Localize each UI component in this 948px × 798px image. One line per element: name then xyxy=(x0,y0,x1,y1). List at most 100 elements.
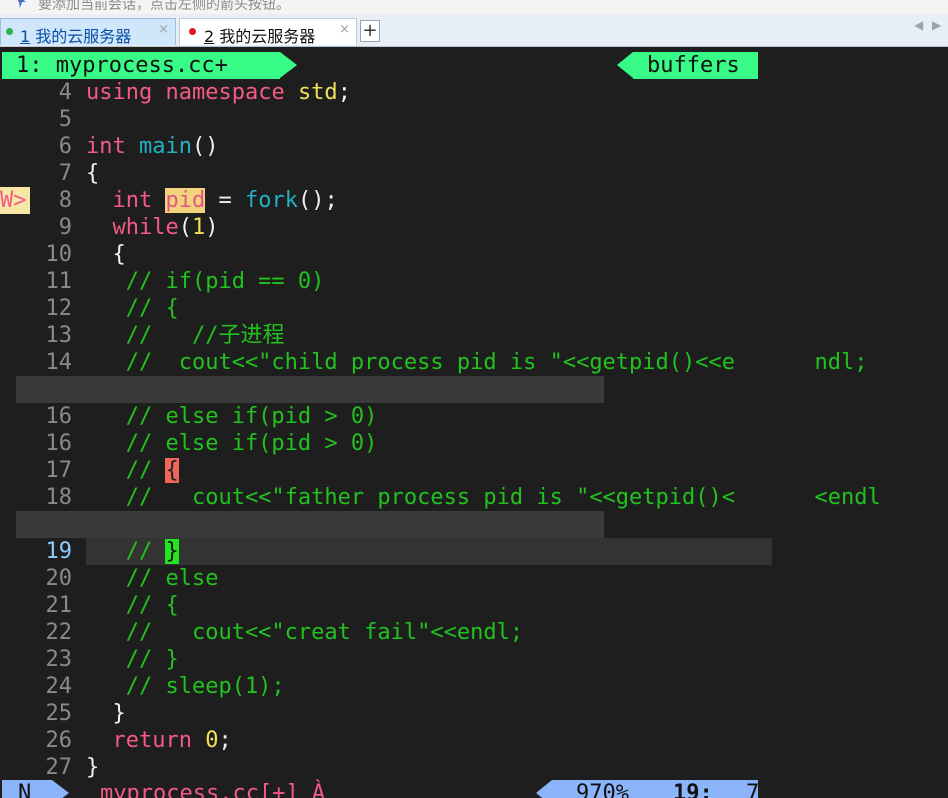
line-number: 23 xyxy=(45,647,73,672)
code-line: // cout<<"creat fail"<<endl; xyxy=(86,619,523,646)
line-number: 5 xyxy=(58,107,72,132)
tab-label: 2 我的云服务器 xyxy=(204,27,316,46)
line-number: 12 xyxy=(45,296,73,321)
line-number: 17 xyxy=(45,458,73,483)
line-number: 16 xyxy=(45,404,73,429)
code-line: } xyxy=(86,754,99,781)
code-line: // sleep(1); xyxy=(86,673,285,700)
code-token: // //子进程 xyxy=(86,323,285,348)
wrapped-line-block xyxy=(16,511,604,538)
code-token: // if(pid == 0) xyxy=(86,269,325,294)
code-token: // cout<<"child process pid is "<<getpid… xyxy=(86,350,868,375)
code-token: // { xyxy=(86,296,179,321)
scroll-left-icon[interactable]: ◀ xyxy=(914,18,923,32)
code-line: // if(pid == 0) xyxy=(86,268,325,295)
line-number: 4 xyxy=(58,80,72,105)
code-token: (); xyxy=(297,188,338,213)
scroll-right-icon[interactable]: ▶ xyxy=(932,18,941,32)
code-token: ; xyxy=(218,728,232,753)
code-token: // xyxy=(86,458,166,483)
code-token: // else if(pid > 0) xyxy=(86,404,378,429)
line-number: 25 xyxy=(45,701,73,726)
code-token: { xyxy=(165,458,179,483)
code-token: // else if(pid > 0) xyxy=(86,431,378,456)
code-token: // xyxy=(86,539,166,564)
line-number: 21 xyxy=(45,593,73,618)
tabline-arrow-icon xyxy=(617,52,633,78)
code-token: () xyxy=(191,134,219,159)
code-token: fork xyxy=(244,188,298,213)
code-token: pid xyxy=(165,188,206,213)
code-token: } xyxy=(165,539,179,564)
status-filename: myprocess.cc[+] À xyxy=(100,781,326,798)
code-token: ) xyxy=(205,215,219,240)
close-icon[interactable]: × xyxy=(158,22,169,37)
line-number: 27 xyxy=(45,755,73,780)
line-number: 16 xyxy=(45,431,73,456)
line-number: 24 xyxy=(45,674,73,699)
code-line: // else if(pid > 0) xyxy=(86,403,378,430)
code-token: // { xyxy=(86,593,179,618)
line-number: 7 xyxy=(58,161,72,186)
code-line: while(1) xyxy=(86,214,219,241)
cursor-line xyxy=(86,538,772,565)
code-token: // cout<<"creat fail"<<endl; xyxy=(86,620,524,645)
code-token: 0 xyxy=(205,728,219,753)
code-token: using xyxy=(86,80,166,105)
session-tab-bar: 1 我的云服务器 × 2 我的云服务器 × xyxy=(0,14,948,47)
hint-bar: 要添加当前会话，点击左侧的箭头按钮。 xyxy=(0,0,948,14)
code-token: // } xyxy=(86,647,179,672)
disconnected-status-icon xyxy=(189,28,196,35)
code-line: { xyxy=(86,160,99,187)
line-number: 14 xyxy=(45,350,73,375)
add-tab-button[interactable]: + xyxy=(360,20,380,42)
code-token: 1 xyxy=(191,215,206,240)
code-token: ( xyxy=(178,215,192,240)
code-token: } xyxy=(86,701,126,726)
line-number: 6 xyxy=(58,134,72,159)
code-line: // else if(pid > 0) xyxy=(86,430,378,457)
code-line: // } xyxy=(86,538,179,565)
code-line: int pid = fork(); xyxy=(86,187,338,214)
hint-text: 要添加当前会话，点击左侧的箭头按钮。 xyxy=(38,0,290,13)
line-number: 20 xyxy=(45,566,73,591)
tabline-arrow-icon xyxy=(280,52,297,78)
code-token: } xyxy=(86,755,100,780)
mode-arrow-icon xyxy=(52,780,69,798)
arrow-icon xyxy=(18,0,26,8)
connected-status-icon xyxy=(6,28,13,35)
code-line: { xyxy=(86,241,126,268)
line-number: 10 xyxy=(45,242,73,267)
close-icon[interactable]: × xyxy=(339,22,350,37)
tab-session-1[interactable]: 1 我的云服务器 × xyxy=(0,18,176,46)
wrapped-line-block xyxy=(16,376,604,403)
position-arrow-icon xyxy=(536,780,552,798)
code-line: // { xyxy=(86,592,179,619)
code-line: return 0; xyxy=(86,727,232,754)
code-token: ; xyxy=(337,80,351,105)
code-token: std xyxy=(297,80,338,105)
code-token: { xyxy=(86,242,126,267)
code-token: // sleep(1); xyxy=(86,674,285,699)
tab-session-2[interactable]: 2 我的云服务器 × xyxy=(179,18,357,46)
buffers-label: buffers xyxy=(647,53,740,78)
code-token: return xyxy=(112,728,206,753)
line-number: 22 xyxy=(45,620,73,645)
scroll-percent: 970% xyxy=(576,781,629,798)
code-line: using namespace std; xyxy=(86,79,351,106)
code-token: while xyxy=(112,215,179,240)
code-line: // { xyxy=(86,457,179,484)
code-token: // cout<<"father process pid is "<<getpi… xyxy=(86,485,881,510)
code-token: main xyxy=(138,134,192,159)
line-number: 26 xyxy=(45,728,73,753)
line-number: 13 xyxy=(45,323,73,348)
code-token: // else xyxy=(86,566,219,591)
code-token: { xyxy=(86,161,100,186)
line-number: 8 xyxy=(58,188,72,213)
line-number: 18 xyxy=(45,485,73,510)
terminal-window[interactable]: 1: myprocess.cc+ buffers W> 4 using names… xyxy=(0,47,948,798)
code-line: // //子进程 xyxy=(86,322,285,349)
